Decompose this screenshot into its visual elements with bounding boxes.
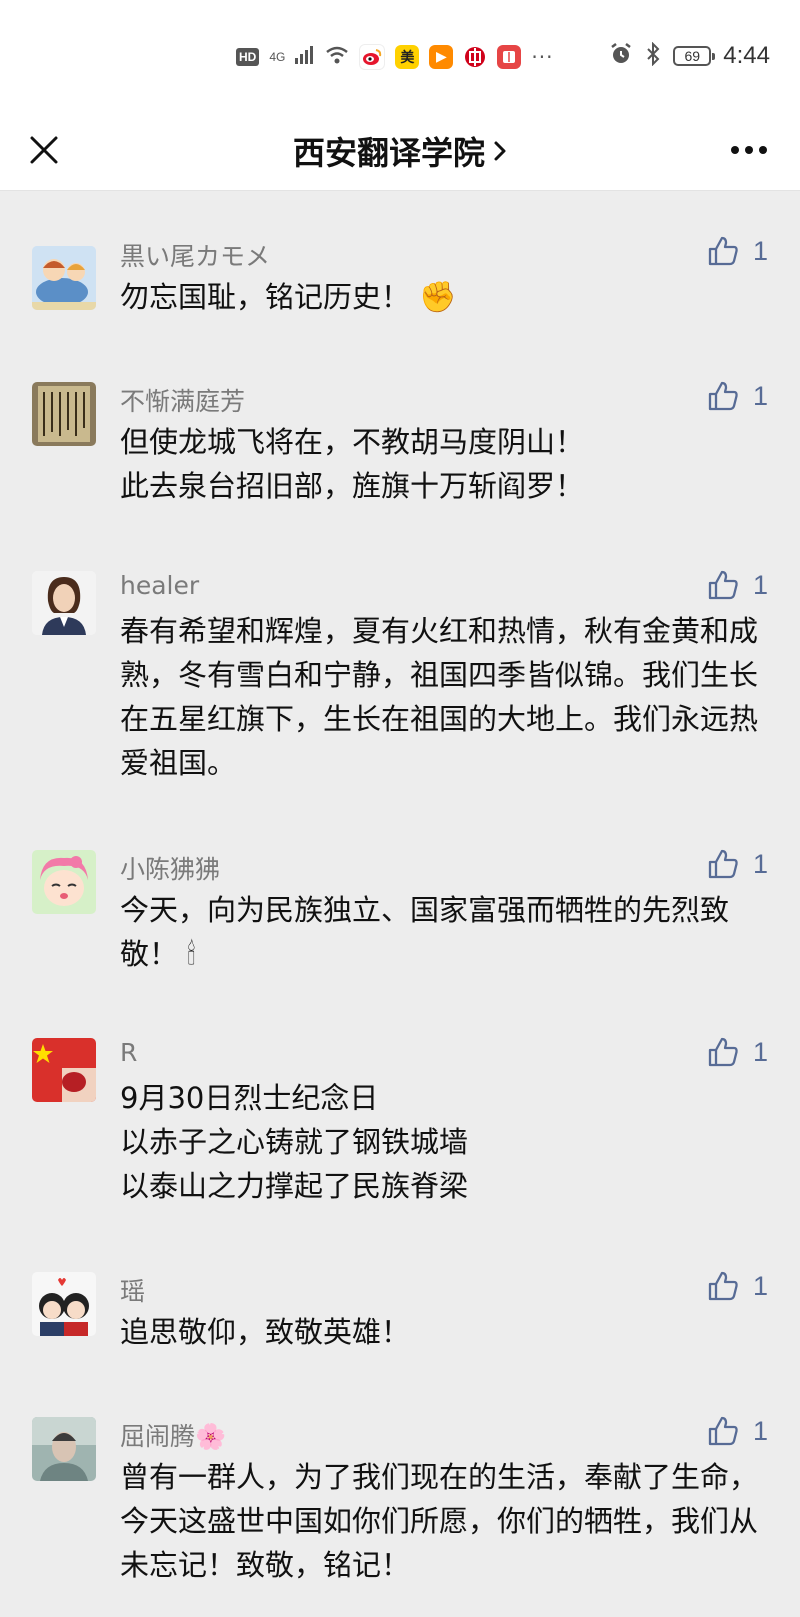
bluetooth-icon: [645, 41, 661, 70]
cartoon-couple-avatar[interactable]: [32, 1272, 96, 1336]
status-left: HD 4G 美 ▶ ···: [236, 44, 553, 70]
like-count: 1: [752, 380, 768, 411]
candle-emoji-icon: 🕯: [187, 937, 196, 971]
comment-text: 追思敬仰，致敬英雄！: [120, 1315, 411, 1349]
network-type: 4G: [269, 50, 286, 64]
cartoon-girl-avatar[interactable]: [32, 850, 96, 914]
nav-bar: 西安翻译学院: [0, 110, 800, 191]
like-count: 1: [752, 1270, 768, 1301]
meituan-icon: 美: [395, 45, 420, 69]
page-title: 西安翻译学院: [292, 134, 485, 172]
like-button[interactable]: 1: [707, 235, 768, 267]
thumbs-up-icon: [708, 381, 738, 411]
wifi-icon: [325, 46, 349, 68]
hd-badge: HD: [236, 48, 260, 66]
woman-portrait-avatar[interactable]: [32, 571, 96, 635]
chevron-right-icon: [494, 141, 506, 161]
like-button[interactable]: 1: [707, 1036, 768, 1068]
more-notifications-icon: ···: [531, 45, 554, 69]
like-button[interactable]: 1: [707, 1270, 768, 1302]
signal-icon: [295, 46, 315, 68]
comment-text: 勿忘国耻，铭记历史！ ✊: [120, 275, 760, 320]
comment-body: 勿忘国耻，铭记历史！: [120, 280, 411, 314]
comment-text: 9月30日烈士纪念日 以赤子之心铸就了钢铁城墙 以泰山之力撑起了民族脊梁: [120, 1081, 469, 1203]
comment-username[interactable]: R: [120, 1038, 137, 1067]
like-button[interactable]: 1: [707, 848, 768, 880]
fist-emoji-icon: ✊: [419, 280, 457, 315]
thumbs-up-icon: [708, 1416, 738, 1446]
reader-icon: [497, 45, 522, 69]
more-button[interactable]: [724, 130, 774, 170]
thumbs-up-icon: [708, 849, 738, 879]
like-button[interactable]: 1: [707, 569, 768, 601]
comment-body: 今天，向为民族独立、国家富强而牺牲的先烈致敬！: [120, 893, 730, 971]
comment-username[interactable]: 小陈狒狒: [120, 850, 220, 886]
more-icon: [731, 146, 767, 154]
like-count: 1: [752, 235, 768, 266]
like-count: 1: [752, 1415, 768, 1446]
thumbs-up-icon: [708, 1037, 738, 1067]
comment-username[interactable]: 瑶: [120, 1272, 145, 1308]
battery-icon: 69: [673, 46, 716, 66]
comment-username[interactable]: 黒い尾カモメ: [120, 237, 270, 273]
comment-username[interactable]: healer: [120, 571, 199, 600]
comment-text: 曾有一群人，为了我们现在的生活，奉献了生命，今天这盛世中国如你们所愿，你们的牺牲…: [120, 1460, 759, 1582]
alarm-icon: [609, 42, 633, 70]
comment-username[interactable]: 屈闹腾🌸: [120, 1417, 226, 1453]
calligraphy-avatar[interactable]: [32, 382, 96, 446]
flag-avatar[interactable]: [32, 1038, 96, 1102]
comment-text: 今天，向为民族独立、国家富强而牺牲的先烈致敬！ 🕯: [120, 888, 760, 976]
thumbs-up-icon: [708, 1271, 738, 1301]
comment-username[interactable]: 不惭满庭芳: [120, 382, 245, 418]
cartoon-whale-avatar[interactable]: [32, 246, 96, 310]
like-button[interactable]: 1: [707, 380, 768, 412]
person-photo-avatar[interactable]: [32, 1417, 96, 1481]
status-bar: HD 4G 美 ▶ ··· 69 4:44: [0, 0, 800, 110]
thumbs-up-icon: [708, 236, 738, 266]
like-count: 1: [752, 848, 768, 879]
comment-text: 春有希望和辉煌，夏有火红和热情，秋有金黄和成熟，冬有雪白和宁静，祖国四季皆似锦。…: [120, 614, 759, 780]
clock: 4:44: [723, 42, 770, 69]
bank-icon: [463, 45, 488, 69]
like-count: 1: [752, 1036, 768, 1067]
thumbs-up-icon: [708, 570, 738, 600]
status-right: 69 4:44: [609, 41, 770, 70]
comment-text: 但使龙城飞将在，不教胡马度阴山！ 此去泉台招旧部，旌旗十万斩阎罗！: [120, 425, 585, 503]
weibo-icon: [359, 44, 386, 70]
like-count: 1: [752, 569, 768, 600]
account-title[interactable]: 西安翻译学院: [0, 128, 800, 174]
like-button[interactable]: 1: [707, 1415, 768, 1447]
video-play-icon: ▶: [429, 45, 454, 69]
